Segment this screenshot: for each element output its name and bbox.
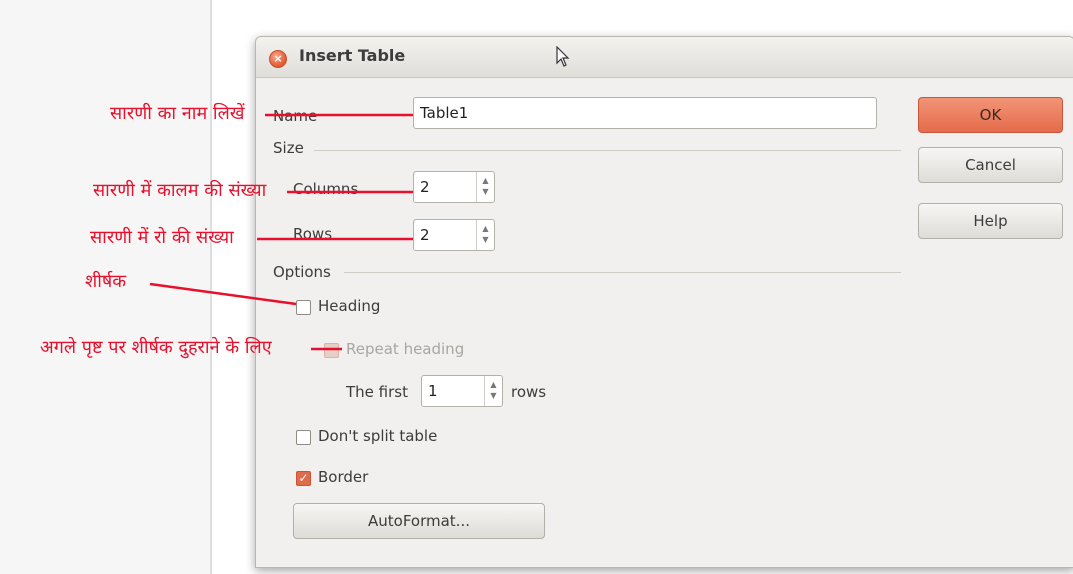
annotation-line-heading — [149, 282, 297, 306]
annotation-heading: शीर्षक — [85, 271, 127, 292]
annotation-repeat-heading: अगले पृष्ट पर शीर्षक दुहराने के लिए — [40, 337, 272, 358]
annotation-rows: सारणी में रो की संख्या — [90, 227, 234, 248]
annotation-columns: सारणी में कालम की संख्या — [93, 180, 267, 201]
annotation-name: सारणी का नाम लिखें — [110, 103, 245, 124]
annotation-lines — [149, 113, 413, 351]
